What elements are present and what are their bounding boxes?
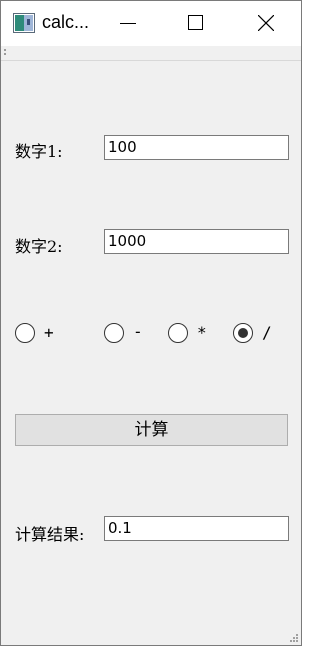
number2-label: 数字2: [15,237,63,256]
close-icon [258,15,274,31]
radio-multiply-label: * [197,323,207,342]
minimize-button[interactable] [105,1,151,46]
window-title: calc... [42,12,90,32]
resize-grip-icon[interactable] [290,634,299,643]
close-button[interactable] [243,1,289,46]
number1-label: 数字1: [15,142,63,161]
app-icon [13,13,35,33]
minimize-icon [120,23,136,24]
title-bar[interactable]: calc... [1,1,301,46]
radio-divide-label: / [262,323,272,342]
radio-add[interactable] [15,323,35,343]
radio-subtract[interactable] [104,323,124,343]
compute-button[interactable]: 计算 [15,414,288,446]
radio-add-label: + [44,323,54,342]
menu-bar [1,46,301,61]
calculator-window: calc... 数字1: 100 数字2: 1000 + - * / 计算 计算… [0,0,302,646]
maximize-icon [188,15,203,30]
radio-multiply[interactable] [168,323,188,343]
radio-subtract-label: - [133,322,143,341]
maximize-button[interactable] [173,1,219,46]
number2-input[interactable]: 1000 [104,229,289,254]
radio-divide[interactable] [233,323,253,343]
number1-input[interactable]: 100 [104,135,289,160]
toolbar-grip-icon [4,49,6,55]
result-label: 计算结果: [15,525,85,544]
result-output[interactable]: 0.1 [104,516,289,541]
